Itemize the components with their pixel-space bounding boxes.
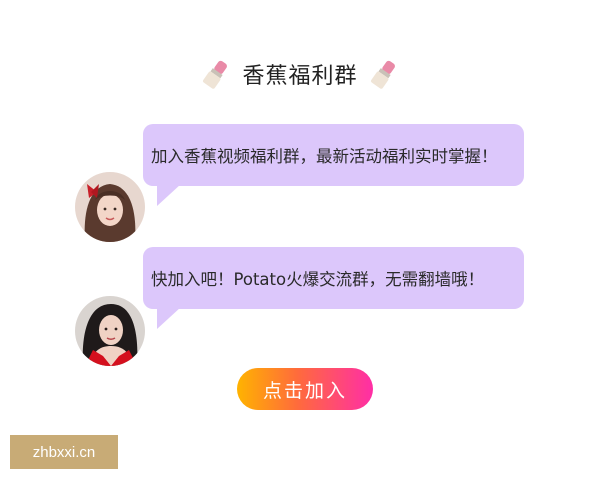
watermark: zhbxxi.cn xyxy=(10,435,118,469)
avatar-image xyxy=(75,172,145,242)
avatar-image xyxy=(75,296,145,366)
avatar xyxy=(75,296,145,366)
join-button[interactable]: 点击加入 xyxy=(237,368,373,410)
avatar xyxy=(75,172,145,242)
lipstick-icon xyxy=(370,60,395,89)
message-text: 快加入吧！Potato火爆交流群，无需翻墙哦！ xyxy=(151,270,485,289)
message-row: 加入香蕉视频福利群，最新活动福利实时掌握！ xyxy=(0,124,600,254)
message-bubble: 加入香蕉视频福利群，最新活动福利实时掌握！ xyxy=(143,124,524,186)
message-bubble: 快加入吧！Potato火爆交流群，无需翻墙哦！ xyxy=(143,247,524,309)
message-text: 加入香蕉视频福利群，最新活动福利实时掌握！ xyxy=(151,147,498,166)
page-title: 香蕉福利群 xyxy=(242,64,358,89)
lipstick-icon xyxy=(203,60,228,89)
header: 香蕉福利群 xyxy=(0,52,600,96)
bubble-tail xyxy=(157,184,181,206)
message-row: 快加入吧！Potato火爆交流群，无需翻墙哦！ xyxy=(0,247,600,377)
bubble-tail xyxy=(157,307,181,329)
